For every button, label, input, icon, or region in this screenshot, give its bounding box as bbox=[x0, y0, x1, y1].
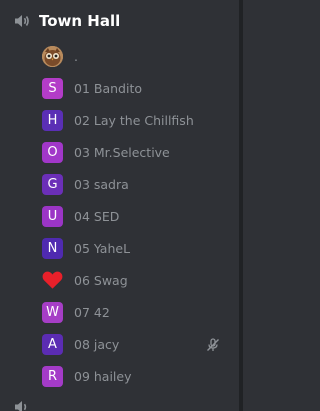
voice-channel-town-hall[interactable]: Town Hall bbox=[14, 9, 120, 33]
voice-user-row[interactable]: 06 Swag bbox=[0, 264, 239, 296]
voice-user-row[interactable]: . bbox=[0, 40, 239, 72]
channel-title: Town Hall bbox=[39, 12, 121, 30]
voice-user-row[interactable]: W 07 42 bbox=[0, 296, 239, 328]
speaker-icon bbox=[14, 399, 31, 411]
username: 02 Lay the Chillfish bbox=[74, 112, 194, 128]
username: 03 sadra bbox=[74, 176, 129, 192]
voice-user-row[interactable]: N 05 YaheL bbox=[0, 232, 239, 264]
username: 08 jacy bbox=[74, 336, 120, 352]
voice-user-row[interactable]: S 01 Bandito bbox=[0, 72, 239, 104]
user-avatar: O bbox=[42, 141, 63, 163]
voice-user-row[interactable]: O 03 Mr.Selective bbox=[0, 136, 239, 168]
voice-user-row[interactable]: U 04 SED bbox=[0, 200, 239, 232]
owl-avatar-icon bbox=[42, 45, 63, 67]
voice-user-row[interactable]: R 09 hailey bbox=[0, 360, 239, 392]
username: 09 hailey bbox=[74, 368, 132, 384]
user-avatar: S bbox=[42, 77, 63, 99]
user-avatar: W bbox=[42, 301, 63, 323]
scrollbar[interactable] bbox=[239, 0, 243, 411]
voice-channel-panel: Town Hall . S 01 Bandito H 02 Lay the Chillf… bbox=[0, 0, 243, 411]
speaker-icon bbox=[14, 13, 31, 29]
voice-user-row[interactable]: G 03 sadra bbox=[0, 168, 239, 200]
voice-user-row[interactable]: H 02 Lay the Chillfish bbox=[0, 104, 239, 136]
user-avatar: N bbox=[42, 237, 63, 259]
heart-avatar-icon bbox=[42, 270, 63, 291]
username: 03 Mr.Selective bbox=[74, 144, 170, 160]
user-avatar: U bbox=[42, 205, 63, 227]
username: . bbox=[74, 48, 78, 64]
username: 05 YaheL bbox=[74, 240, 131, 256]
username: 01 Bandito bbox=[74, 80, 142, 96]
user-avatar: H bbox=[42, 109, 63, 131]
username: 07 42 bbox=[74, 304, 110, 320]
username: 04 SED bbox=[74, 208, 120, 224]
voice-user-list: . S 01 Bandito H 02 Lay the Chillfish O 03 Mr.… bbox=[0, 40, 239, 392]
next-voice-channel[interactable] bbox=[14, 399, 31, 411]
user-avatar: R bbox=[42, 365, 63, 387]
user-avatar: A bbox=[42, 333, 63, 355]
voice-user-row[interactable]: A 08 jacy bbox=[0, 328, 239, 360]
username: 06 Swag bbox=[74, 272, 128, 288]
muted-mic-icon bbox=[206, 337, 220, 351]
user-avatar: G bbox=[42, 173, 63, 195]
